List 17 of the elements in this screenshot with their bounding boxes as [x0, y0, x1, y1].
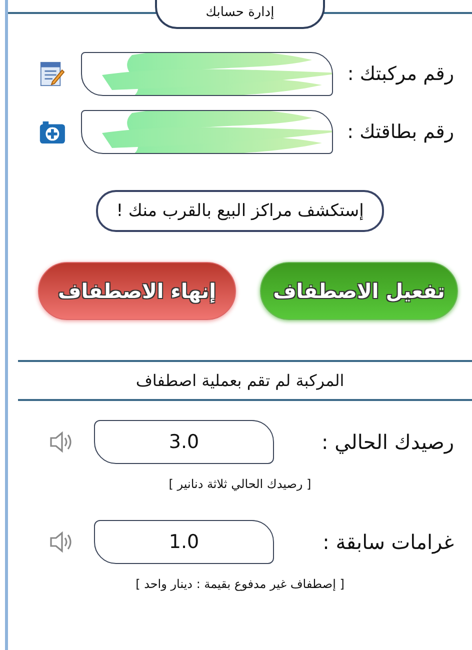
speaker-icon[interactable] — [48, 530, 74, 554]
input-field[interactable] — [80, 52, 334, 96]
notepad-pencil-icon[interactable] — [38, 60, 67, 88]
speaker-icon[interactable] — [48, 430, 74, 454]
field-label: رصيدك الحالي : — [320, 430, 454, 454]
end-button[interactable]: إنهاء الاصطفاف — [38, 262, 236, 320]
section-title: إدارة حسابك — [155, 0, 325, 29]
field-label: غرامات سابقة : — [322, 530, 454, 554]
value-field[interactable]: 1.0 — [94, 520, 274, 564]
field-label: رقم بطاقتك : — [347, 121, 454, 143]
value-field[interactable]: 3.0 — [94, 420, 274, 464]
status-text: المركبة لم تقم بعملية اصطفاف — [134, 370, 346, 392]
note-text: [ رصيدك الحالي ثلاثة دنانير ] — [168, 477, 312, 491]
input-field[interactable] — [80, 110, 334, 154]
note-text: [ إصطفاف غير مدفوع بقيمة : دينار واحد ] — [134, 577, 346, 591]
explore-button[interactable]: إستكشف مراكز البيع بالقرب منك ! — [96, 190, 384, 232]
field-label: رقم مركبتك : — [347, 63, 454, 85]
